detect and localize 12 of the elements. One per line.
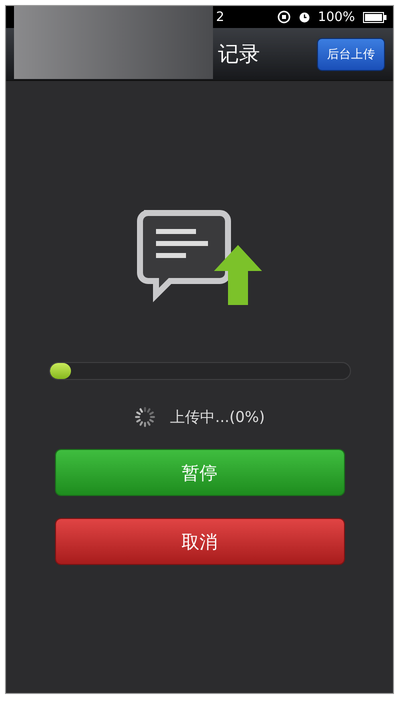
upload-status: 上传中...(0%) bbox=[170, 408, 265, 426]
background-upload-button[interactable]: 后台上传 bbox=[317, 38, 385, 70]
battery-percentage: 100% bbox=[318, 10, 355, 24]
message-upload-icon bbox=[136, 209, 264, 307]
alarm-clock-icon bbox=[298, 12, 310, 22]
status-time: 2 bbox=[216, 10, 224, 24]
cancel-button[interactable]: 取消 bbox=[54, 518, 344, 565]
loading-spinner-icon bbox=[134, 406, 156, 428]
rotation-lock-icon bbox=[276, 10, 291, 24]
battery-icon bbox=[363, 12, 387, 22]
pause-button[interactable]: 暂停 bbox=[54, 449, 344, 496]
nav-title: 记录 bbox=[218, 41, 260, 68]
